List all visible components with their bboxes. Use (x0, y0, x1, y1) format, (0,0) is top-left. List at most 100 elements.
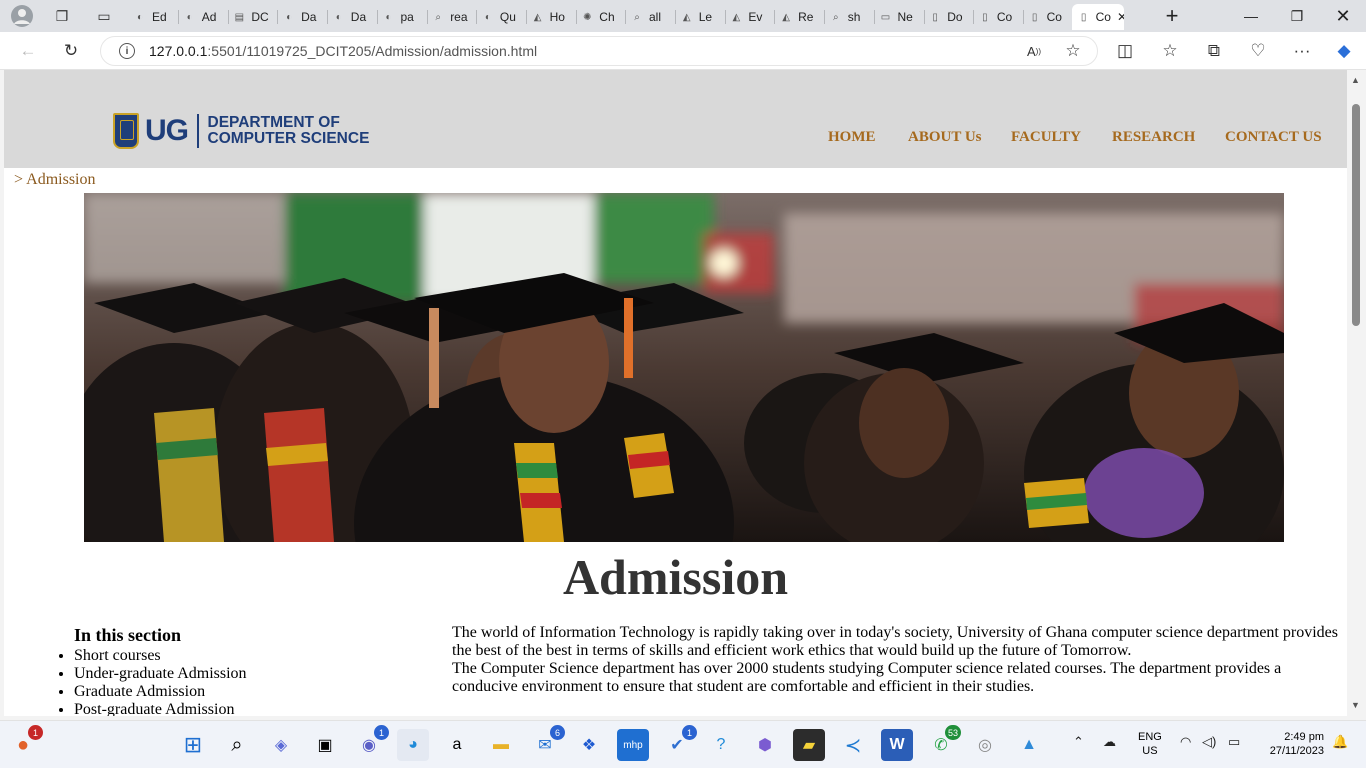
collections-icon[interactable]: ⧉ (1200, 38, 1228, 64)
tab-0[interactable]: ◐ Ed (128, 4, 179, 30)
mail-icon[interactable]: ✉ 6 (529, 725, 565, 761)
notifications-bell-icon[interactable]: 🔔 (1332, 734, 1348, 750)
amazon-icon[interactable]: a (441, 729, 473, 761)
more-options-icon[interactable]: ··· (1288, 38, 1316, 64)
refresh-icon[interactable]: ↻ (57, 38, 85, 64)
whatsapp-icon[interactable]: ✆ 53 (925, 725, 961, 761)
file-explorer-icon[interactable]: ▬ (485, 729, 517, 761)
tab-9[interactable]: ✺ Ch (575, 4, 627, 30)
tab-8[interactable]: ◭ Ho (526, 4, 577, 30)
intro-paragraph-1: The world of Information Technology is r… (452, 624, 1338, 659)
battery-icon[interactable]: ▭ (1228, 734, 1240, 750)
nav-contact[interactable]: CONTACT US (1225, 129, 1322, 146)
wifi-icon[interactable]: ◠ (1180, 734, 1191, 750)
edge-icon[interactable]: ◕ (397, 729, 429, 761)
tab-label: Ch (599, 10, 615, 24)
intro-paragraph-2: The Computer Science department has over… (452, 660, 1282, 695)
tab-11[interactable]: ◭ Le (675, 4, 726, 30)
section-item-graduate[interactable]: Graduate Admission (74, 683, 247, 701)
scroll-down-icon[interactable]: ▼ (1351, 700, 1360, 710)
tab-actions-icon[interactable]: ▭ (91, 4, 117, 28)
tab-4[interactable]: ◐ Da (327, 4, 378, 30)
nav-faculty[interactable]: FACULTY (1011, 129, 1081, 146)
start-icon[interactable]: ⊞ (177, 729, 209, 761)
close-window-button[interactable]: ✕ (1320, 0, 1366, 32)
tab-18[interactable]: ▯ Co (1023, 4, 1074, 30)
close-tab-icon[interactable]: ✕ (1117, 10, 1124, 24)
tab-15[interactable]: ▭ Ne (874, 4, 925, 30)
teams-icon[interactable]: ◉ 1 (353, 725, 389, 761)
tab-13[interactable]: ◭ Re (774, 4, 826, 30)
minimize-button[interactable]: — (1228, 0, 1274, 32)
todo-badge: 1 (682, 725, 697, 740)
section-item-undergraduate[interactable]: Under-graduate Admission (74, 665, 247, 683)
page-scrollbar[interactable]: ▲ ▼ (1347, 70, 1366, 716)
task-view-icon[interactable]: ▣ (309, 729, 341, 761)
scroll-up-icon[interactable]: ▲ (1351, 75, 1360, 85)
chatgpt-icon: ✺ (583, 11, 592, 23)
department-logo[interactable]: UG DEPARTMENT OF COMPUTER SCIENCE (113, 113, 369, 149)
todo-icon[interactable]: ✔ 1 (661, 725, 697, 761)
tab-12[interactable]: ◭ Ev (724, 4, 776, 30)
photos-icon[interactable]: ▲ (1013, 729, 1045, 761)
tab-14[interactable]: ⌕ sh (824, 4, 875, 30)
section-item-short-courses[interactable]: Short courses (74, 647, 247, 665)
clock[interactable]: 2:49 pm 27/11/2023 (1258, 730, 1324, 758)
workspaces-icon[interactable]: ❐ (49, 4, 75, 28)
clock-time: 2:49 pm (1284, 731, 1324, 743)
vscode-icon[interactable]: ≺ (837, 729, 869, 761)
tab-3[interactable]: ◐ Da (277, 4, 329, 30)
dropbox-icon[interactable]: ❖ (573, 729, 605, 761)
tab-5[interactable]: ◐ pa (377, 4, 428, 30)
windows-taskbar: ● 1 ⊞ ⌕ ◈ ▣ ◉ 1 ◕ a ▬ ✉ 6 ❖ mhp ✔ 1 ? ⬢ ▰ ≺… (0, 720, 1366, 768)
nav-about[interactable]: ABOUT Us (908, 129, 982, 146)
sticky-notes-icon[interactable]: ▰ (793, 729, 825, 761)
get-help-icon[interactable]: ? (705, 729, 737, 761)
tab-16[interactable]: ▯ Do (923, 4, 975, 30)
tray-overflow-icon[interactable]: ⌃ (1073, 734, 1084, 750)
tab-label: Ho (549, 10, 565, 24)
search-icon[interactable]: ⌕ (221, 729, 253, 761)
section-item-postgraduate[interactable]: Post-graduate Admission (74, 701, 247, 716)
page-icon: ▯ (932, 11, 938, 23)
url-input[interactable]: i 127.0.0.1:5501/11019725_DCIT205/Admiss… (100, 36, 1098, 66)
site-header: UG DEPARTMENT OF COMPUTER SCIENCE HOME A… (4, 70, 1347, 168)
site-info-icon[interactable]: i (119, 43, 135, 59)
favorites-icon[interactable]: ☆ (1156, 38, 1184, 64)
new-tab-button[interactable]: + (1158, 0, 1186, 32)
tab-17[interactable]: ▯ Co (973, 4, 1024, 30)
tab-1[interactable]: ◐ Ad (178, 4, 229, 30)
app-hex-icon[interactable]: ⬢ (749, 729, 781, 761)
brave-icon[interactable]: ● 1 (7, 725, 43, 761)
tab-label: Co (1095, 10, 1111, 24)
back-icon[interactable]: ← (14, 38, 42, 64)
app-ring-icon[interactable]: ◎ (969, 729, 1001, 761)
copilot-taskbar-icon[interactable]: ◈ (265, 729, 297, 761)
nav-research[interactable]: RESEARCH (1112, 129, 1195, 146)
word-icon[interactable]: W (881, 729, 913, 761)
split-screen-icon[interactable]: ◫ (1111, 38, 1139, 64)
language-indicator[interactable]: ENG US (1138, 730, 1162, 758)
tab-2[interactable]: ▤ DC (227, 4, 279, 30)
tab-6[interactable]: ⌕ rea (426, 4, 478, 30)
onedrive-icon[interactable]: ☁ (1103, 734, 1116, 750)
nav-home[interactable]: HOME (828, 129, 876, 146)
app-icon: ◭ (782, 11, 790, 23)
tab-7[interactable]: ◐ Qu (476, 4, 527, 30)
favorite-star-icon[interactable]: ☆ (1059, 38, 1087, 64)
tab-active[interactable]: ▯ Co ✕ (1071, 4, 1124, 30)
browser-essentials-icon[interactable]: ♡ (1244, 38, 1272, 64)
url-path: :5501/11019725_DCIT205/Admission/admissi… (207, 43, 538, 59)
tab-10[interactable]: ⌕ all (625, 4, 676, 30)
read-aloud-icon[interactable]: A)) (1020, 38, 1048, 64)
copilot-icon[interactable]: ◆ (1330, 38, 1358, 64)
tab-label: Ne (897, 10, 913, 24)
profile-icon[interactable] (9, 4, 35, 28)
scroll-thumb[interactable] (1352, 104, 1360, 326)
volume-icon[interactable]: ◁) (1202, 734, 1216, 750)
restore-button[interactable]: ❐ (1274, 0, 1320, 32)
mhp-app-icon[interactable]: mhp (617, 729, 649, 761)
page-title: Admission (562, 549, 789, 605)
logo-line-2: COMPUTER SCIENCE (207, 130, 370, 147)
breadcrumb[interactable]: > Admission (14, 171, 95, 189)
